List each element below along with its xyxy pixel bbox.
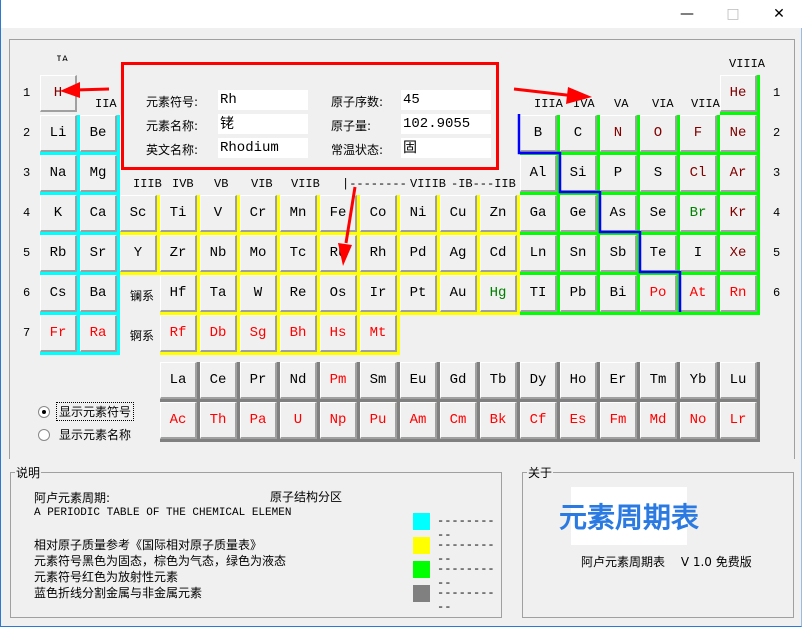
annotation-arrow-to-ru: [338, 186, 357, 266]
annotation-arrow-to-h: [60, 82, 110, 98]
metal-nonmetal-boundary: [517, 114, 682, 312]
annotation-arrow-to-iva: [513, 87, 592, 104]
overlay-layer: [60, 82, 682, 312]
